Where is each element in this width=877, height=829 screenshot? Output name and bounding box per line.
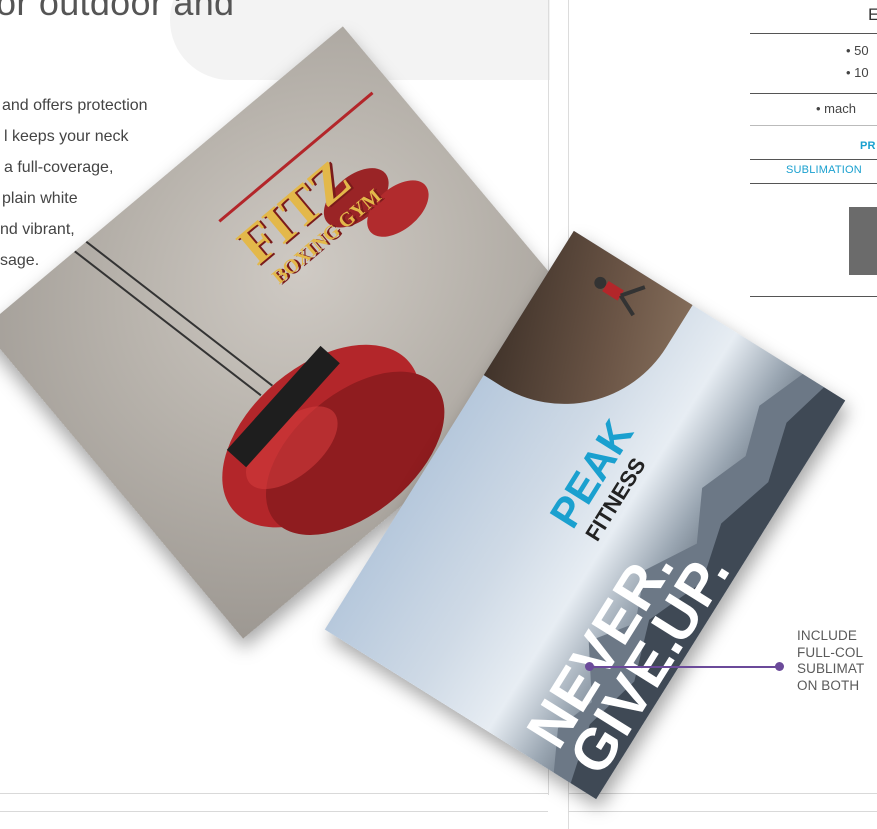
description-line: and offers protection	[2, 97, 148, 114]
section-rule	[0, 793, 548, 794]
spec-line: • 50	[846, 43, 869, 58]
section-rule	[568, 793, 877, 794]
spec-rule	[750, 296, 877, 297]
spec-line: • 10	[846, 65, 869, 80]
callout-dot	[775, 662, 784, 671]
spec-rule	[750, 93, 877, 94]
grey-swatch	[849, 207, 877, 275]
callout-leader-line	[590, 666, 780, 668]
spec-rule	[750, 33, 877, 34]
spec-highlight: PR	[860, 140, 876, 152]
spec-line: • mach	[816, 101, 856, 116]
section-rule	[568, 811, 877, 812]
spec-title: E	[868, 5, 877, 24]
catalog-page: or outdoor and and offers protection l k…	[0, 0, 877, 829]
callout-line: INCLUDE	[797, 628, 857, 643]
page-headline: or outdoor and	[0, 0, 235, 23]
callout-line: FULL-COL	[797, 644, 864, 660]
callout-dot	[585, 662, 594, 671]
spec-rule	[750, 125, 877, 126]
spec-rule	[750, 183, 877, 184]
spec-highlight: SUBLIMATION	[786, 164, 862, 176]
callout-line: SUBLIMAT	[797, 661, 865, 676]
callout-line: ON BOTH	[797, 677, 860, 693]
spec-rule	[750, 159, 877, 160]
section-rule	[0, 811, 548, 812]
description-line: l keeps your neck	[4, 128, 129, 145]
callout-text: INCLUDE FULL-COL SUBLIMAT ON BOTH	[797, 628, 864, 694]
